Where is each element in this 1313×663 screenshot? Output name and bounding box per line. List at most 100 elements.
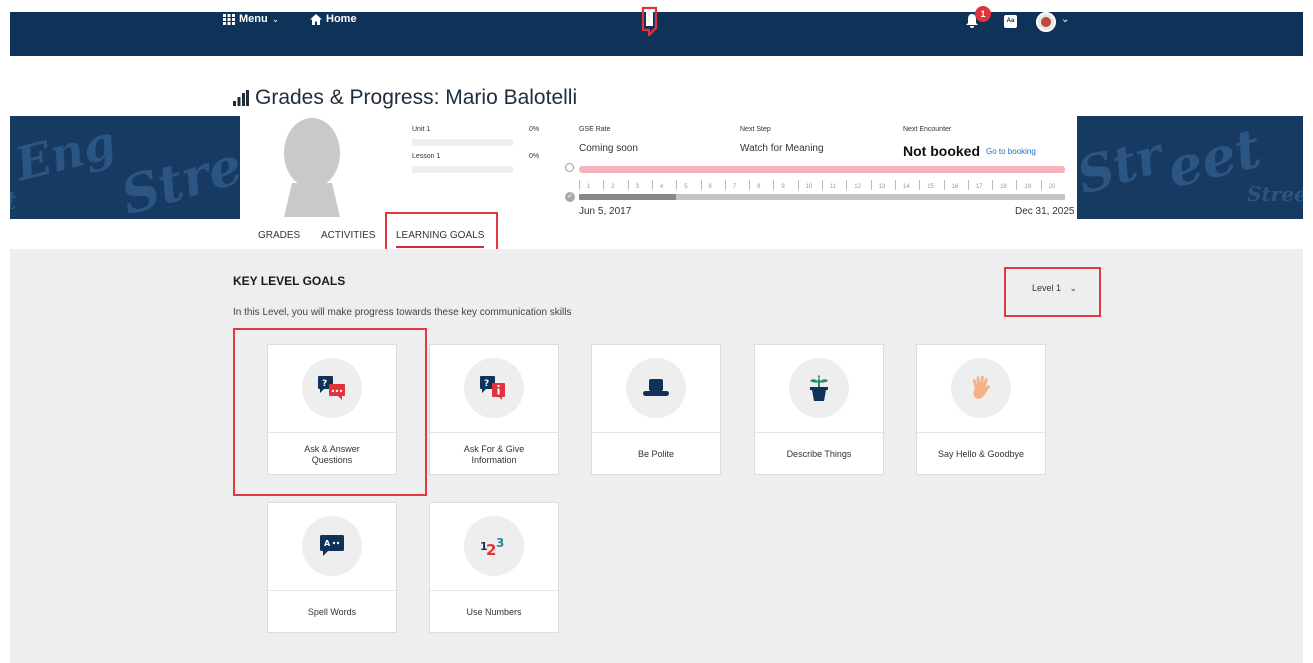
- gse-rate-label: GSE Rate: [579, 126, 611, 133]
- goal-icon-circle: ?: [464, 358, 524, 418]
- goal-icon-circle: [789, 358, 849, 418]
- go-to-booking-link[interactable]: Go to booking: [986, 147, 1036, 156]
- timeline-tick: [1016, 180, 1018, 190]
- timeline-tick: [1040, 180, 1042, 190]
- home-label: Home: [326, 13, 357, 25]
- lesson-progress-bar: [412, 166, 513, 173]
- home-link[interactable]: Home: [310, 13, 357, 25]
- tab-grades[interactable]: GRADES: [258, 230, 300, 241]
- notification-badge: 1: [975, 6, 991, 22]
- bar-chart-icon: [233, 90, 249, 106]
- timeline-tick: [967, 180, 969, 190]
- goal-card-be-polite[interactable]: Be Polite: [591, 344, 721, 475]
- timeline-tick-label: 2: [611, 184, 615, 190]
- timeline-tick-label: 12: [854, 184, 861, 190]
- highlight-box: [233, 328, 427, 496]
- top-hat-icon: [643, 379, 669, 396]
- menu-button[interactable]: Menu ⌄: [223, 13, 279, 25]
- svg-text:2: 2: [486, 541, 496, 557]
- timeline-tick-label: 7: [732, 184, 737, 190]
- chevron-down-icon[interactable]: ⌄: [1061, 14, 1069, 25]
- svg-text:3: 3: [496, 536, 504, 550]
- level-ticks: 1 2 3 4 5 6 7 8 9 10 11 12 13 14 15 16 17 18 19 20: [579, 176, 1065, 190]
- unit-progress-bar: [412, 139, 513, 146]
- goal-icon-circle: A: [302, 516, 362, 576]
- lesson-progress: Lesson 1: [412, 153, 542, 173]
- brand-logo[interactable]: [640, 6, 660, 41]
- unit-label: Unit 1: [412, 126, 431, 133]
- goal-card-ask-for-give-information[interactable]: ? Ask For & Give Information: [429, 344, 559, 475]
- timeline-tick-label: 20: [1048, 184, 1056, 190]
- next-step-label: Next Step: [740, 126, 771, 133]
- timeline-tick-label: 1: [587, 184, 591, 190]
- goal-card-label: Ask For & Give Information: [430, 432, 558, 476]
- timeline-tick-label: 9: [781, 184, 785, 190]
- timeline-tick: [797, 180, 799, 190]
- unit-progress: Unit 1: [412, 126, 542, 146]
- goal-card-label: Use Numbers: [430, 590, 558, 634]
- timeline-tick-label: 10: [805, 184, 813, 190]
- goal-card-say-hello-goodbye[interactable]: Say Hello & Goodbye: [916, 344, 1046, 475]
- unit-percent: 0%: [529, 126, 540, 133]
- numbers-123-icon: 12 3: [480, 536, 504, 557]
- timeline-tick: [992, 180, 994, 190]
- next-encounter-label: Next Encounter: [903, 126, 952, 133]
- goal-icon-circle: [951, 358, 1011, 418]
- timeline-elapsed-fill: [579, 194, 677, 200]
- person-icon: [565, 163, 574, 172]
- page-title-text: Grades & Progress: Mario Balotelli: [255, 86, 578, 109]
- timeline-tick-label: 16: [951, 184, 959, 190]
- key-level-goals-title: KEY LEVEL GOALS: [233, 274, 346, 288]
- timeline-tick-label: 8: [757, 184, 761, 190]
- goal-card-use-numbers[interactable]: 123 Use Numbers: [429, 502, 559, 633]
- timeline-tick-label: 3: [635, 184, 639, 190]
- timeline-tick-label: 6: [708, 184, 712, 190]
- page-title: Grades & Progress: Mario Balotelli: [233, 86, 577, 110]
- timeline-tick: [749, 180, 751, 190]
- timeline-tick: [822, 180, 823, 190]
- timeline-tick: [700, 180, 702, 190]
- timeline-tick: [894, 180, 896, 190]
- header-banner-right: Str eet Street: [1077, 116, 1303, 219]
- timeline-tick: [846, 180, 848, 190]
- profile-picture: [274, 117, 350, 217]
- logo-icon: [641, 6, 658, 38]
- letters-speech-bubble-icon: A: [320, 535, 344, 556]
- goal-card-label: Describe Things: [755, 432, 883, 476]
- grid-icon: [223, 13, 235, 25]
- svg-text:?: ?: [484, 379, 489, 389]
- goal-icon-circle: 123: [464, 516, 524, 576]
- goal-card-label: Say Hello & Goodbye: [917, 432, 1045, 476]
- timeline-tick-label: 18: [1000, 184, 1007, 190]
- timeline-tick-label: 13: [878, 184, 886, 190]
- timeline-tick-label: 17: [975, 184, 983, 190]
- next-encounter-value: Not booked: [903, 143, 980, 159]
- timeline-tick: [651, 180, 653, 190]
- timeline-tick-label: 15: [927, 184, 934, 190]
- tab-activities[interactable]: ACTIVITIES: [321, 230, 375, 241]
- dictionary-button[interactable]: Aa: [1004, 15, 1017, 28]
- key-level-goals-subtitle: In this Level, you will make progress to…: [233, 307, 572, 318]
- timeline-tick: [919, 180, 921, 190]
- timeline-tick: [870, 180, 872, 190]
- waving-hand-icon: [972, 375, 990, 399]
- goal-icon-circle: [626, 358, 686, 418]
- end-date: Dec 31, 2025: [1015, 206, 1075, 217]
- chevron-down-icon: ⌄: [271, 13, 280, 24]
- check-icon: ✓: [565, 192, 575, 202]
- person-placeholder-icon: [284, 118, 340, 217]
- user-avatar-button[interactable]: [1036, 12, 1056, 32]
- timeline-tick-label: 4: [659, 184, 664, 190]
- timeline-tick: [773, 180, 775, 190]
- goal-card-label: Spell Words: [268, 590, 396, 634]
- menu-label: Menu: [239, 13, 268, 25]
- timeline-tick: [603, 180, 605, 190]
- goal-card-describe-things[interactable]: Describe Things: [754, 344, 884, 475]
- home-icon: [310, 13, 322, 25]
- target-progress-bar: [579, 166, 1065, 173]
- start-date: Jun 5, 2017: [579, 206, 632, 217]
- timeline-tick-label: 11: [830, 184, 837, 190]
- plant-pot-icon: [810, 375, 828, 401]
- goal-card-spell-words[interactable]: A Spell Words: [267, 502, 397, 633]
- timeline-tick-label: 19: [1024, 184, 1032, 190]
